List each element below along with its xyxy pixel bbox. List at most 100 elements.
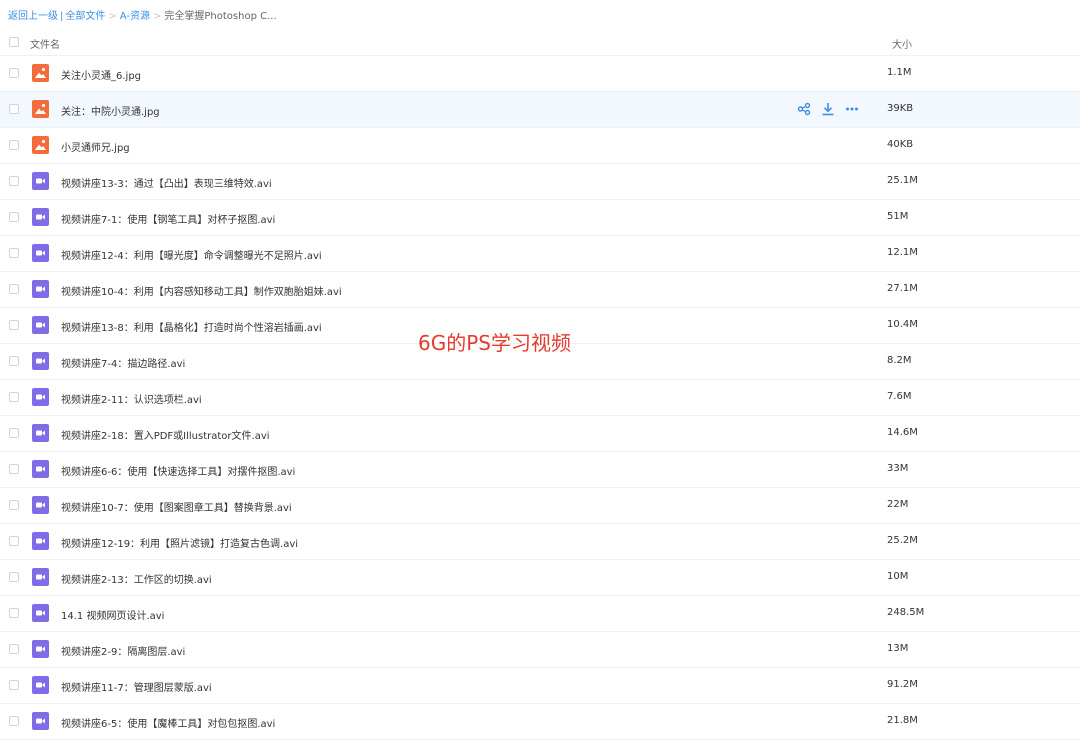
- video-file-icon: [32, 316, 49, 334]
- breadcrumb-all-files[interactable]: 全部文件: [65, 11, 105, 22]
- file-row[interactable]: 视频讲座2-18：置入PDF或Illustrator文件.avi 14.6M: [0, 416, 1080, 452]
- file-row[interactable]: 视频讲座10-7：使用【图案图章工具】替换背景.avi 22M: [0, 488, 1080, 524]
- file-size: 27.1M: [887, 283, 918, 294]
- file-name[interactable]: 视频讲座12-19：利用【照片滤镜】打造复古色调.avi: [61, 535, 298, 550]
- file-size: 12.1M: [887, 247, 918, 258]
- video-file-icon: [32, 496, 49, 514]
- row-checkbox[interactable]: [9, 644, 19, 654]
- image-file-icon: [32, 136, 49, 154]
- file-row[interactable]: 视频讲座7-1：使用【钢笔工具】对杯子抠图.avi 51M: [0, 200, 1080, 236]
- file-row[interactable]: 小灵通师兄.jpg 40KB: [0, 128, 1080, 164]
- video-file-icon: [32, 208, 49, 226]
- file-size: 8.2M: [887, 355, 912, 366]
- file-name[interactable]: 视频讲座7-1：使用【钢笔工具】对杯子抠图.avi: [61, 211, 275, 226]
- file-row[interactable]: 视频讲座2-13：工作区的切换.avi 10M: [0, 560, 1080, 596]
- back-link[interactable]: 返回上一级: [8, 11, 58, 22]
- row-checkbox[interactable]: [9, 428, 19, 438]
- file-name[interactable]: 视频讲座2-18：置入PDF或Illustrator文件.avi: [61, 427, 270, 442]
- row-checkbox[interactable]: [9, 608, 19, 618]
- file-name[interactable]: 14.1 视频网页设计.avi: [61, 607, 164, 622]
- row-checkbox[interactable]: [9, 320, 19, 330]
- row-actions: [797, 102, 859, 116]
- video-file-icon: [32, 352, 49, 370]
- video-file-icon: [32, 280, 49, 298]
- row-checkbox[interactable]: [9, 284, 19, 294]
- row-checkbox[interactable]: [9, 248, 19, 258]
- file-size: 51M: [887, 211, 909, 222]
- more-icon[interactable]: [845, 102, 859, 116]
- row-checkbox[interactable]: [9, 716, 19, 726]
- file-size: 14.6M: [887, 427, 918, 438]
- file-name[interactable]: 视频讲座2-11：认识选项栏.avi: [61, 391, 202, 406]
- file-size: 25.2M: [887, 535, 918, 546]
- file-name[interactable]: 视频讲座10-7：使用【图案图章工具】替换背景.avi: [61, 499, 292, 514]
- file-size: 248.5M: [887, 607, 925, 618]
- file-row[interactable]: 视频讲座12-4：利用【曝光度】命令调整曝光不足照片.avi 12.1M: [0, 236, 1080, 272]
- breadcrumb-divider: |: [60, 11, 64, 22]
- file-name[interactable]: 小灵通师兄.jpg: [61, 139, 130, 154]
- file-size: 22M: [887, 499, 909, 510]
- image-file-icon: [32, 100, 49, 118]
- video-file-icon: [32, 424, 49, 442]
- row-checkbox[interactable]: [9, 212, 19, 222]
- file-row[interactable]: 关注：中院小灵通.jpg 39KB: [0, 92, 1080, 128]
- row-checkbox[interactable]: [9, 464, 19, 474]
- image-file-icon: [32, 64, 49, 82]
- share-icon[interactable]: [797, 102, 811, 116]
- video-file-icon: [32, 532, 49, 550]
- file-name[interactable]: 视频讲座2-9：隔离图层.avi: [61, 643, 185, 658]
- row-checkbox[interactable]: [9, 500, 19, 510]
- file-name[interactable]: 关注：中院小灵通.jpg: [61, 103, 160, 118]
- file-row[interactable]: 视频讲座10-4：利用【内容感知移动工具】制作双胞胎姐妹.avi 27.1M: [0, 272, 1080, 308]
- file-row[interactable]: 视频讲座2-11：认识选项栏.avi 7.6M: [0, 380, 1080, 416]
- video-file-icon: [32, 388, 49, 406]
- file-size: 40KB: [887, 139, 914, 150]
- breadcrumb-current: 完全掌握Photoshop C...: [164, 11, 277, 22]
- video-file-icon: [32, 640, 49, 658]
- row-checkbox[interactable]: [9, 572, 19, 582]
- file-row[interactable]: 视频讲座11-7：管理图层蒙版.avi 91.2M: [0, 668, 1080, 704]
- file-size: 91.2M: [887, 679, 918, 690]
- file-size: 39KB: [887, 103, 914, 114]
- row-checkbox[interactable]: [9, 356, 19, 366]
- file-name[interactable]: 视频讲座13-8：利用【晶格化】打造时尚个性溶岩插画.avi: [61, 319, 322, 334]
- row-checkbox[interactable]: [9, 392, 19, 402]
- file-size: 13M: [887, 643, 909, 654]
- file-name[interactable]: 视频讲座7-4：描边路径.avi: [61, 355, 185, 370]
- file-size: 21.8M: [887, 715, 918, 726]
- file-size: 10M: [887, 571, 909, 582]
- video-file-icon: [32, 604, 49, 622]
- file-row[interactable]: 视频讲座6-6：使用【快速选择工具】对摆件抠图.avi 33M: [0, 452, 1080, 488]
- video-file-icon: [32, 172, 49, 190]
- file-name[interactable]: 视频讲座10-4：利用【内容感知移动工具】制作双胞胎姐妹.avi: [61, 283, 342, 298]
- file-name[interactable]: 关注小灵通_6.jpg: [61, 67, 141, 82]
- video-file-icon: [32, 676, 49, 694]
- file-name[interactable]: 视频讲座11-7：管理图层蒙版.avi: [61, 679, 212, 694]
- select-all-checkbox[interactable]: [9, 37, 19, 47]
- row-checkbox[interactable]: [9, 140, 19, 150]
- file-row[interactable]: 14.1 视频网页设计.avi 248.5M: [0, 596, 1080, 632]
- chevron-right-icon: >: [153, 11, 162, 22]
- file-row[interactable]: 视频讲座13-3：通过【凸出】表现三维特效.avi 25.1M: [0, 164, 1080, 200]
- file-name[interactable]: 视频讲座13-3：通过【凸出】表现三维特效.avi: [61, 175, 272, 190]
- column-header-size[interactable]: 大小: [892, 36, 912, 51]
- video-file-icon: [32, 712, 49, 730]
- file-list: 关注小灵通_6.jpg 1.1M 关注：中院小灵通.jpg 39KB 小灵通师兄.jpg…: [0, 56, 1080, 740]
- file-row[interactable]: 关注小灵通_6.jpg 1.1M: [0, 56, 1080, 92]
- row-checkbox[interactable]: [9, 68, 19, 78]
- row-checkbox[interactable]: [9, 104, 19, 114]
- file-row[interactable]: 视频讲座6-5：使用【魔棒工具】对包包抠图.avi 21.8M: [0, 704, 1080, 740]
- row-checkbox[interactable]: [9, 536, 19, 546]
- file-name[interactable]: 视频讲座12-4：利用【曝光度】命令调整曝光不足照片.avi: [61, 247, 322, 262]
- file-row[interactable]: 视频讲座12-19：利用【照片滤镜】打造复古色调.avi 25.2M: [0, 524, 1080, 560]
- column-header-name[interactable]: 文件名: [30, 36, 60, 51]
- row-checkbox[interactable]: [9, 176, 19, 186]
- file-name[interactable]: 视频讲座2-13：工作区的切换.avi: [61, 571, 212, 586]
- row-checkbox[interactable]: [9, 680, 19, 690]
- download-icon[interactable]: [821, 102, 835, 116]
- file-size: 1.1M: [887, 67, 912, 78]
- file-name[interactable]: 视频讲座6-6：使用【快速选择工具】对摆件抠图.avi: [61, 463, 295, 478]
- video-file-icon: [32, 244, 49, 262]
- file-row[interactable]: 视频讲座2-9：隔离图层.avi 13M: [0, 632, 1080, 668]
- breadcrumb-folder[interactable]: A-资源: [120, 11, 150, 22]
